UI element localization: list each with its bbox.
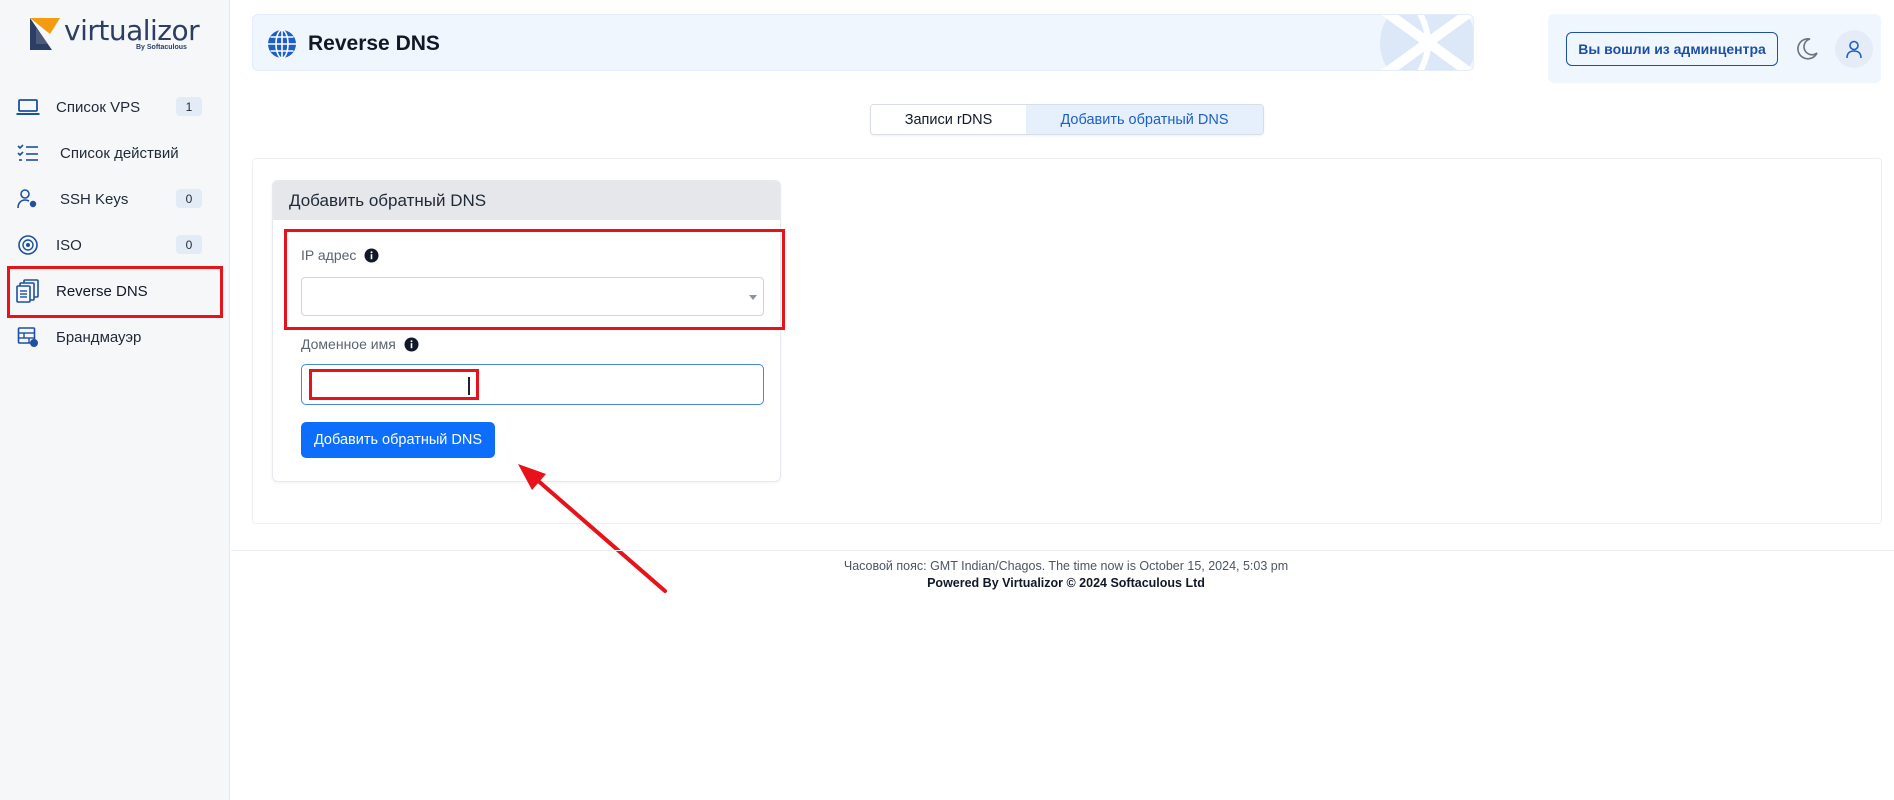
vps-count-badge: 1 [176,97,202,116]
firewall-icon [16,325,40,349]
tab-add-reverse-dns[interactable]: Добавить обратный DNS [1026,105,1263,134]
moon-icon[interactable] [1794,36,1820,62]
sidebar-item-label: SSH Keys [60,190,129,208]
sidebar: virtualizor By Softaculous Список VPS 1 … [0,0,230,800]
form-title: Добавить обратный DNS [273,181,780,220]
info-icon[interactable] [404,337,419,352]
domain-name-label: Доменное имя [301,336,396,352]
ssh-keys-count-badge: 0 [176,189,202,208]
iso-count-badge: 0 [176,235,202,254]
ip-field-highlight-box [284,229,785,330]
page-title: Reverse DNS [308,32,440,55]
sidebar-item-label: ISO [56,236,82,254]
page-header: Reverse DNS [252,14,1474,71]
logo-mark-icon [30,18,60,50]
sidebar-nav: Список VPS 1 Список действий SSH Keys 0 … [0,84,230,360]
sidebar-item-firewall[interactable]: Брандмауэр [0,314,230,360]
reverse-dns-highlight-box [7,266,223,318]
globe-icon [268,29,296,59]
sidebar-item-label: Список действий [60,144,179,162]
laptop-icon [16,95,40,119]
domain-field-highlight-box [309,369,479,400]
annotation-arrow-icon [518,464,667,593]
task-list-icon [16,141,40,165]
sidebar-item-label: Брандмауэр [56,328,142,346]
footer-powered-by: Powered By Virtualizor © 2024 Softaculou… [927,576,1205,590]
tab-rdns-records[interactable]: Записи rDNS [871,105,1026,134]
sidebar-item-task-list[interactable]: Список действий [0,130,230,176]
sidebar-item-ssh-keys[interactable]: SSH Keys 0 [0,176,230,222]
footer-timezone: Часовой пояс: GMT Indian/Chagos. The tim… [843,559,1289,573]
virtualizor-logo[interactable]: virtualizor By Softaculous [30,14,200,60]
user-key-icon [16,187,40,211]
user-icon[interactable] [1835,30,1873,68]
globe-watermark-icon [1380,15,1473,70]
account-panel: Вы вошли из админцентра [1548,14,1881,83]
footer-divider [231,550,1894,551]
disc-icon [16,233,40,257]
sidebar-item-label: Список VPS [56,98,141,116]
add-reverse-dns-button[interactable]: Добавить обратный DNS [301,422,495,458]
rdns-tabs: Записи rDNS Добавить обратный DNS [870,104,1264,135]
logo-subtitle: By Softaculous [136,44,187,51]
logged-in-from-admin-button[interactable]: Вы вошли из админцентра [1566,32,1778,66]
sidebar-item-vps-list[interactable]: Список VPS 1 [0,84,230,130]
domain-name-label-row: Доменное имя [301,336,419,352]
logo-text: virtualizor [64,14,200,47]
sidebar-item-iso[interactable]: ISO 0 [0,222,230,268]
